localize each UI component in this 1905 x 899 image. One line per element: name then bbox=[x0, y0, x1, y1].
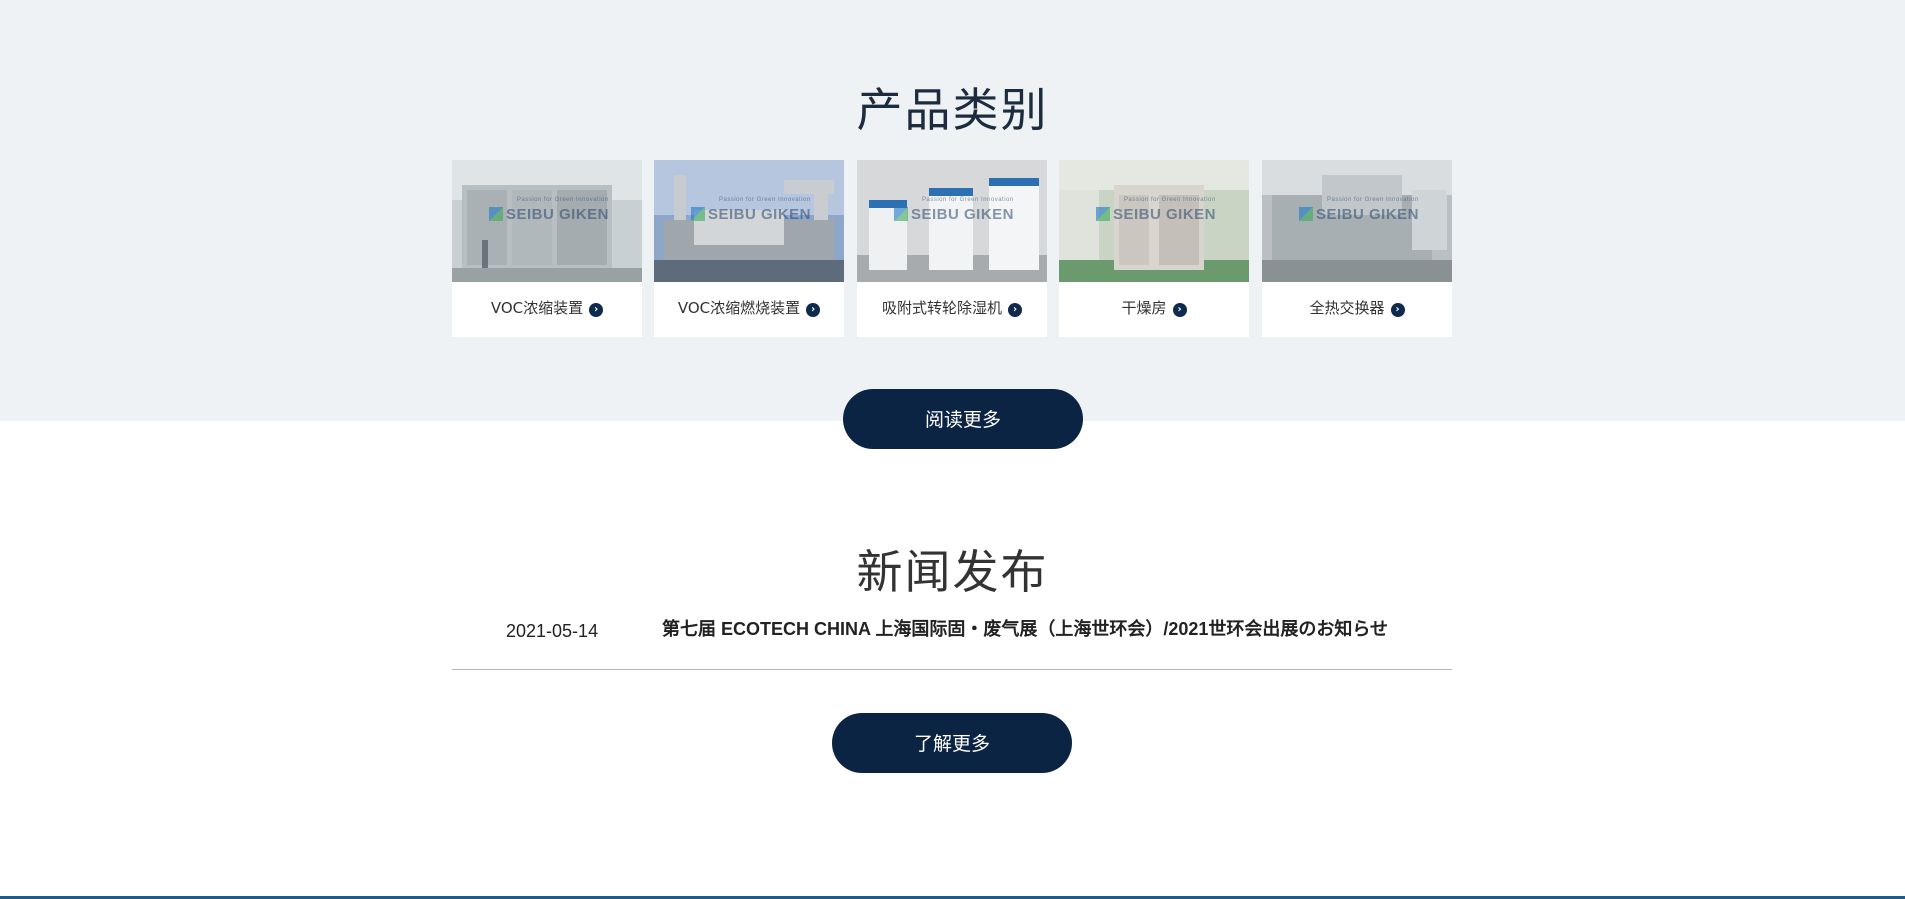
learn-more-button[interactable]: 了解更多 bbox=[832, 713, 1072, 773]
product-image[interactable]: SEIBU GIKEN Passion for Green Innovation bbox=[452, 160, 642, 282]
product-card-label[interactable]: 全热交换器 › bbox=[1262, 282, 1452, 337]
read-more-button[interactable]: 阅读更多 bbox=[843, 389, 1083, 449]
seibu-giken-logo: SEIBU GIKEN Passion for Green Innovation bbox=[1299, 197, 1419, 223]
news-list-item[interactable]: 2021-05-14 第七届 ECOTECH CHINA 上海国际固・废气展（上… bbox=[452, 617, 1452, 670]
chevron-right-circle-icon[interactable]: › bbox=[1008, 303, 1022, 317]
product-image[interactable]: SEIBU GIKEN Passion for Green Innovation bbox=[1262, 160, 1452, 282]
product-card-dry-room[interactable]: SEIBU GIKEN Passion for Green Innovation… bbox=[1059, 160, 1249, 337]
product-card-voc-incinerator[interactable]: SEIBU GIKEN Passion for Green Innovation… bbox=[654, 160, 844, 337]
product-card-desiccant-dehumidifier[interactable]: SEIBU GIKEN Passion for Green Innovation… bbox=[857, 160, 1047, 337]
product-card-label[interactable]: VOC浓缩装置 › bbox=[452, 282, 642, 337]
product-image[interactable]: SEIBU GIKEN Passion for Green Innovation bbox=[857, 160, 1047, 282]
chevron-right-circle-icon[interactable]: › bbox=[589, 303, 604, 317]
product-card-label[interactable]: 干燥房 › bbox=[1059, 282, 1249, 337]
news-section-title: 新闻发布 bbox=[856, 545, 1049, 599]
seibu-giken-logo: SEIBU GIKEN Passion for Green Innovation bbox=[1096, 197, 1216, 223]
chevron-right-circle-icon[interactable]: › bbox=[1172, 303, 1187, 317]
seibu-giken-logo: SEIBU GIKEN Passion for Green Innovation bbox=[894, 197, 1014, 223]
seibu-giken-logo: SEIBU GIKEN Passion for Green Innovation bbox=[489, 197, 609, 223]
product-cards: SEIBU GIKEN Passion for Green Innovation… bbox=[452, 160, 1452, 338]
product-card-heat-exchanger[interactable]: SEIBU GIKEN Passion for Green Innovation… bbox=[1262, 160, 1452, 337]
product-card-voc-concentrator[interactable]: SEIBU GIKEN Passion for Green Innovation… bbox=[452, 160, 642, 337]
product-card-label[interactable]: 吸附式转轮除湿机 › bbox=[857, 282, 1047, 337]
news-date: 2021-05-14 bbox=[506, 621, 599, 641]
product-card-label[interactable]: VOC浓缩燃烧装置 › bbox=[654, 282, 844, 337]
chevron-right-circle-icon[interactable]: › bbox=[806, 303, 821, 317]
news-title-link[interactable]: 第七届 ECOTECH CHINA 上海国际固・废气展（上海世环会）/2021世… bbox=[662, 620, 1452, 638]
products-section-title: 产品类别 bbox=[856, 83, 1049, 137]
product-image[interactable]: SEIBU GIKEN Passion for Green Innovation bbox=[654, 160, 844, 282]
product-image[interactable]: SEIBU GIKEN Passion for Green Innovation bbox=[1059, 160, 1249, 282]
seibu-giken-logo: SEIBU GIKEN Passion for Green Innovation bbox=[691, 197, 811, 223]
chevron-right-circle-icon[interactable]: › bbox=[1390, 303, 1405, 317]
